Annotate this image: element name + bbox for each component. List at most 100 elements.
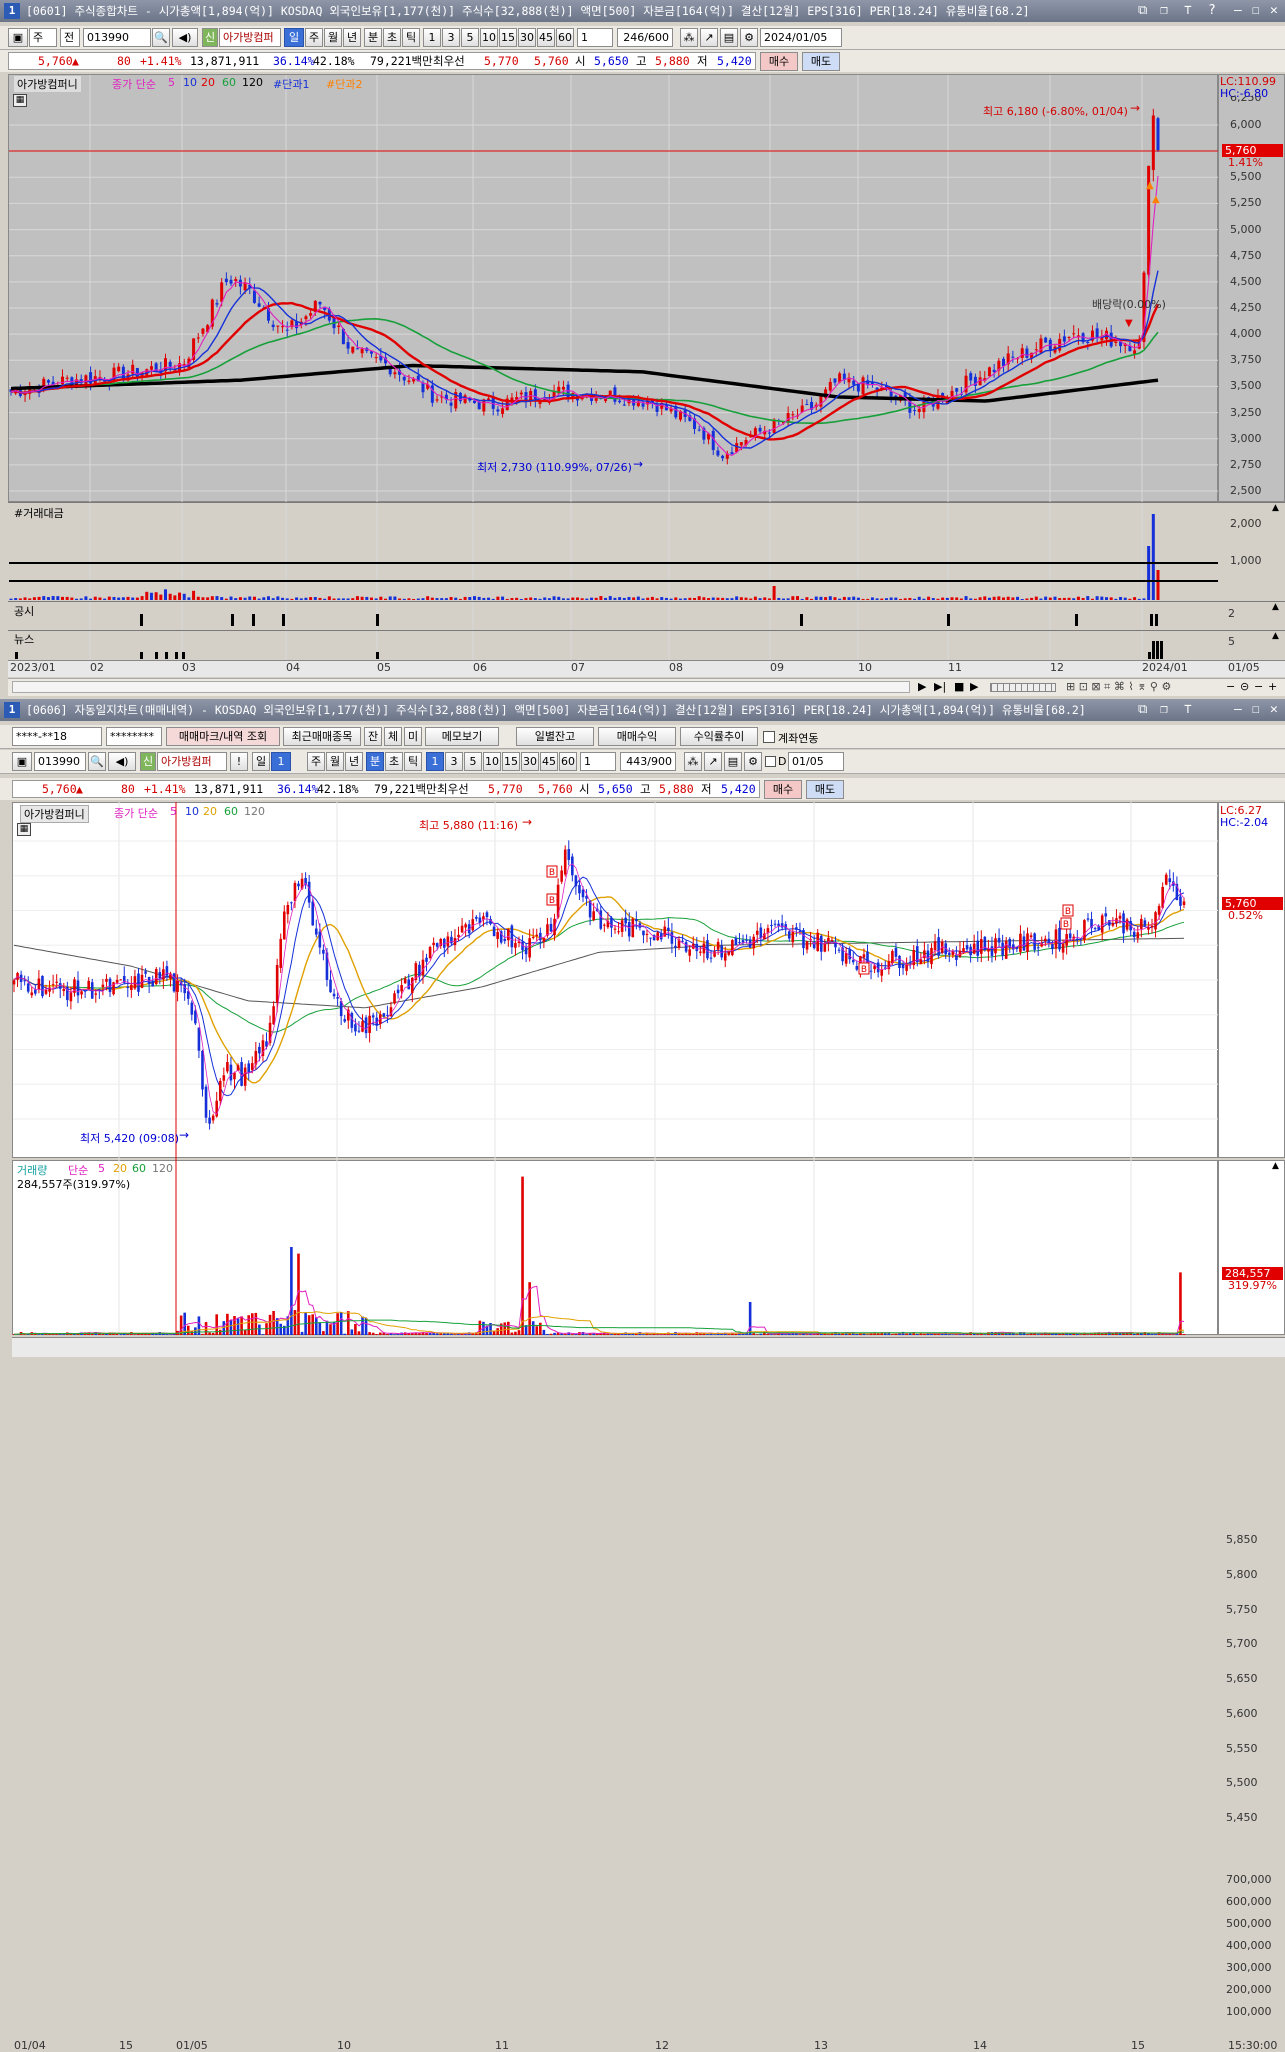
nav-first-icon[interactable]: ▶	[918, 680, 926, 693]
amount-bar	[318, 598, 321, 600]
vol-legend-ma5[interactable]: 5	[98, 1162, 105, 1175]
amount-bar	[225, 599, 228, 600]
news-bar	[376, 652, 379, 659]
panel-collapse-icon-2[interactable]: ▲	[1272, 602, 1279, 612]
panel-collapse-icon-1[interactable]: ▲	[1272, 503, 1279, 513]
amount-bar	[84, 596, 87, 600]
legend-extra2[interactable]: #단과2	[326, 76, 362, 92]
intraday-candle	[486, 912, 489, 917]
amount-bar	[899, 599, 902, 600]
intraday-candle	[695, 944, 698, 951]
nav-stop-icon[interactable]: ■	[954, 680, 964, 693]
amount-bar	[562, 598, 565, 600]
price-candle	[276, 326, 279, 327]
amount-bar	[258, 599, 261, 600]
intraday-candle	[745, 940, 748, 941]
toolbar-icons-group[interactable]: ⊞ ⊡ ⊠ ⌗ ⌘ ⌇ ⌆ ⚲ ⚙	[1066, 680, 1171, 694]
intraday-candle	[404, 978, 407, 983]
b-legend-ma120[interactable]: 120	[244, 805, 265, 818]
volume-bar	[948, 1334, 951, 1335]
amount-bar	[688, 598, 691, 600]
bottom-time-axis	[12, 1337, 1285, 1357]
legend-ma20[interactable]: 20	[201, 76, 215, 89]
price-candle	[1063, 336, 1066, 341]
volume-bar	[688, 1334, 691, 1335]
chart-scrollbar[interactable]	[12, 681, 910, 693]
intraday-candle	[1094, 928, 1097, 929]
notice-bar	[1155, 614, 1158, 626]
legend-ma120[interactable]: 120	[242, 76, 263, 89]
intraday-candle	[820, 936, 823, 952]
bottom-legend-name[interactable]: 아가방컴퍼니	[20, 805, 89, 823]
intraday-candle	[991, 946, 994, 956]
intraday-candle	[212, 1116, 215, 1121]
legend-ma60[interactable]: 60	[222, 76, 236, 89]
amount-bar	[595, 598, 598, 600]
vol-legend-ma60[interactable]: 60	[132, 1162, 146, 1175]
intraday-candle	[457, 935, 460, 937]
intraday-candle	[308, 882, 311, 903]
grid-toggle-icon-2[interactable]: ▦	[17, 823, 31, 836]
intraday-candle	[198, 1027, 201, 1050]
amount-bar	[1138, 599, 1141, 600]
amount-bar	[342, 598, 345, 600]
amount-bar	[965, 596, 968, 600]
zoom-slider[interactable]	[990, 683, 1056, 692]
b-legend-ma60[interactable]: 60	[224, 805, 238, 818]
legend-ma5[interactable]: 5	[168, 76, 175, 89]
intraday-candle	[998, 938, 1001, 943]
price-candle	[520, 393, 523, 395]
amount-bar	[557, 597, 560, 600]
intraday-candle	[226, 1062, 229, 1071]
amount-bar	[773, 586, 776, 600]
volume-tick: 400,000	[1226, 1939, 1272, 1952]
amount-bar	[1110, 597, 1113, 600]
intraday-candle	[105, 979, 108, 982]
amount-bar	[370, 598, 373, 600]
panel-collapse-icon-3[interactable]: ▲	[1272, 631, 1279, 641]
amount-bar	[754, 597, 757, 600]
intraday-candle	[514, 943, 517, 948]
b-legend-ma5[interactable]: 5	[170, 805, 177, 818]
notice-bar	[282, 614, 285, 626]
date-tick-label: 11	[948, 661, 962, 674]
vol-panel-collapse-icon[interactable]: ▲	[1272, 1161, 1279, 1171]
price-candle	[309, 313, 312, 316]
nav-plus-icon[interactable]: +	[1268, 680, 1277, 693]
nav-play-icon[interactable]: ▶|	[934, 680, 946, 693]
nav-last-icon[interactable]: ▶	[970, 680, 978, 693]
volume-bar	[375, 1334, 378, 1335]
nav-minus-icon[interactable]: −	[1226, 680, 1235, 693]
price-candle	[1002, 359, 1005, 366]
intraday-price-tick: 5,800	[1226, 1568, 1258, 1581]
volume-bar	[457, 1334, 460, 1335]
legend-extra1[interactable]: #단과1	[273, 76, 309, 92]
volume-bar	[358, 1331, 361, 1335]
amount-bar	[421, 598, 424, 600]
grid-toggle-icon[interactable]: ▦	[13, 94, 27, 107]
price-candle	[988, 367, 991, 376]
intraday-candle	[134, 976, 137, 988]
amount-bar	[94, 597, 97, 600]
amount-bar	[136, 598, 139, 600]
vol-legend-ma120[interactable]: 120	[152, 1162, 173, 1175]
vol-legend-ma20[interactable]: 20	[113, 1162, 127, 1175]
amount-bar	[1124, 598, 1127, 600]
volume-bar	[187, 1326, 190, 1335]
top-legend-name[interactable]: 아가방컴퍼니	[14, 76, 81, 92]
amount-bar	[24, 597, 27, 600]
legend-ma10[interactable]: 10	[183, 76, 197, 89]
nav-dash-icon[interactable]: −	[1254, 680, 1263, 693]
amount-bar	[248, 597, 251, 600]
price-candle	[805, 404, 808, 405]
amount-bar	[384, 599, 387, 600]
intraday-candle	[578, 885, 581, 893]
volume-bar	[354, 1324, 357, 1335]
intraday-candle	[219, 1081, 222, 1101]
price-candle	[623, 405, 626, 406]
intraday-candle	[272, 1006, 275, 1024]
b-legend-ma10[interactable]: 10	[185, 805, 199, 818]
b-legend-ma20[interactable]: 20	[203, 805, 217, 818]
intraday-candle	[845, 953, 848, 964]
nav-shrink-icon[interactable]: ⊝	[1240, 680, 1249, 693]
